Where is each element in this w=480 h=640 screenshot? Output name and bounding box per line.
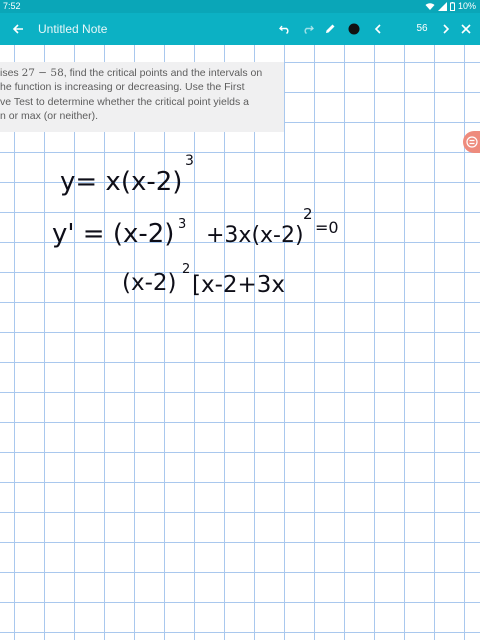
app-toolbar: Untitled Note 56: [0, 13, 480, 45]
hw-line2-a: y' = (x-2): [52, 219, 174, 249]
side-panel-tab[interactable]: [463, 131, 480, 153]
status-icons: 10%: [425, 0, 476, 13]
hw-line2-b: +3x(x-2): [206, 223, 304, 248]
undo-icon: [279, 25, 289, 34]
status-time: 7:52: [3, 1, 21, 11]
note-title[interactable]: Untitled Note: [38, 13, 107, 45]
status-bar: 7:52 10%: [0, 0, 480, 13]
close-icon: [461, 24, 471, 34]
undo-button[interactable]: [275, 13, 295, 45]
back-arrow-icon: [12, 24, 23, 34]
battery-percent: 10%: [457, 1, 476, 11]
redo-icon: [304, 25, 314, 34]
signal-icon: [437, 2, 447, 11]
back-button[interactable]: [8, 13, 28, 45]
hw-line3-b: [x-2+3x: [192, 272, 285, 298]
hw-line2-c: =0: [315, 218, 339, 237]
hw-line1-exponent: 3: [185, 153, 194, 169]
hw-line3-exponent: 2: [182, 262, 190, 277]
next-button[interactable]: [438, 13, 454, 45]
note-canvas[interactable]: ises 27 − 58, find the critical points a…: [0, 45, 480, 640]
pen-icon: [326, 24, 335, 33]
handwritten-work: y= x(x-2) 3 y' = (x-2) 3 +3x(x-2) 2 =0 (…: [52, 153, 339, 298]
chevron-left-icon: [374, 24, 381, 34]
color-swatch-icon: [348, 23, 360, 35]
hw-line3-a: (x-2): [122, 270, 177, 296]
page-number: 56: [416, 23, 428, 34]
hw-line2-exponent-b: 2: [303, 205, 313, 223]
hw-line2-exponent-a: 3: [178, 217, 186, 232]
ai-assistant-icon: [465, 136, 478, 148]
more-tools-button[interactable]: [368, 13, 388, 45]
wifi-icon: [425, 3, 435, 11]
close-button[interactable]: [458, 13, 474, 45]
color-picker-button[interactable]: [344, 13, 364, 45]
redo-button[interactable]: [298, 13, 318, 45]
pen-tool-button[interactable]: [320, 13, 340, 45]
hw-line1: y= x(x-2): [60, 167, 182, 197]
chevron-right-icon: [443, 24, 450, 34]
battery-icon: [449, 2, 455, 11]
